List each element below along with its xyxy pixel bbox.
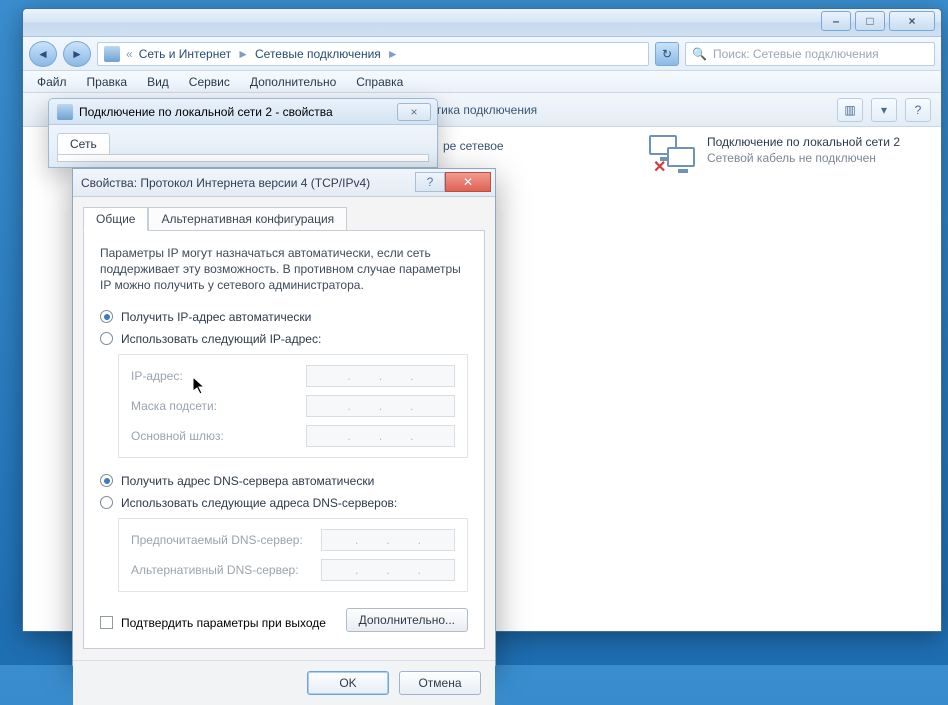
radio-icon xyxy=(100,474,113,487)
label-mask: Маска подсети: xyxy=(131,399,296,413)
disconnected-x-icon: ✕ xyxy=(653,157,666,177)
dialog-titlebar[interactable]: Подключение по локальной сети 2 - свойст… xyxy=(49,99,437,125)
layout-button[interactable]: ▾ xyxy=(871,98,897,122)
dialog-footer: OK Отмена xyxy=(73,660,495,705)
radio-ip-manual[interactable]: Использовать следующий IP-адрес: xyxy=(100,332,468,346)
radio-ip-auto[interactable]: Получить IP-адрес автоматически xyxy=(100,310,468,324)
menu-bar: Файл Правка Вид Сервис Дополнительно Спр… xyxy=(23,71,941,93)
menu-file[interactable]: Файл xyxy=(29,73,75,91)
network-adapter-icon: ✕ xyxy=(649,135,697,175)
radio-icon xyxy=(100,332,113,345)
label-dns-alt: Альтернативный DNS-сервер: xyxy=(131,563,311,577)
dialog-close-button[interactable]: × xyxy=(397,103,431,121)
dialog-titlebar[interactable]: Свойства: Протокол Интернета версии 4 (T… xyxy=(73,169,495,197)
radio-icon xyxy=(100,310,113,323)
input-mask: ... xyxy=(306,395,455,417)
dialog-title: Подключение по локальной сети 2 - свойст… xyxy=(79,105,333,119)
breadcrumb-item[interactable]: Сеть и Интернет xyxy=(139,47,231,61)
dialog-title: Свойства: Протокол Интернета версии 4 (T… xyxy=(81,176,370,190)
connection-name: Подключение по локальной сети 2 xyxy=(707,135,909,149)
tab-network[interactable]: Сеть xyxy=(57,133,110,155)
breadcrumb[interactable]: « Сеть и Интернет ► Сетевые подключения … xyxy=(97,42,649,66)
menu-view[interactable]: Вид xyxy=(139,73,177,91)
nav-forward-button[interactable]: ► xyxy=(63,41,91,67)
address-bar: ◄ ► « Сеть и Интернет ► Сетевые подключе… xyxy=(23,37,941,71)
tab-row: Общие Альтернативная конфигурация xyxy=(83,207,485,231)
help-button[interactable]: ? xyxy=(905,98,931,122)
close-button[interactable]: × xyxy=(889,11,935,31)
breadcrumb-item[interactable]: Сетевые подключения xyxy=(255,47,381,61)
adapter-icon xyxy=(57,104,73,120)
ip-fields: IP-адрес: ... Маска подсети: ... Основно… xyxy=(118,354,468,458)
checkbox-validate[interactable]: Подтвердить параметры при выходе xyxy=(100,616,326,630)
checkbox-icon xyxy=(100,616,113,629)
tab-alternate[interactable]: Альтернативная конфигурация xyxy=(148,207,347,231)
menu-edit[interactable]: Правка xyxy=(79,73,136,91)
input-dns-alt: ... xyxy=(321,559,455,581)
tab-panel-general: Параметры IP могут назначаться автоматич… xyxy=(83,230,485,649)
network-icon xyxy=(104,46,120,62)
minimize-button[interactable]: – xyxy=(821,11,851,31)
menu-advanced[interactable]: Дополнительно xyxy=(242,73,344,91)
input-gateway: ... xyxy=(306,425,455,447)
ipv4-properties-dialog: Свойства: Протокол Интернета версии 4 (T… xyxy=(72,168,496,666)
tab-panel xyxy=(57,154,429,162)
view-button[interactable]: ▥ xyxy=(837,98,863,122)
search-icon: 🔍 xyxy=(692,47,707,61)
explorer-titlebar[interactable]: – □ × xyxy=(23,9,941,37)
label-dns-pref: Предпочитаемый DNS-сервер: xyxy=(131,533,311,547)
menu-tools[interactable]: Сервис xyxy=(181,73,238,91)
dialog-help-button[interactable]: ? xyxy=(415,172,445,192)
input-dns-pref: ... xyxy=(321,529,455,551)
cancel-button[interactable]: Отмена xyxy=(399,671,481,695)
toolbar-hint: ітика подключения xyxy=(433,103,537,117)
dns-fields: Предпочитаемый DNS-сервер: ... Альтернат… xyxy=(118,518,468,592)
radio-icon xyxy=(100,496,113,509)
maximize-button[interactable]: □ xyxy=(855,11,885,31)
label-gateway: Основной шлюз: xyxy=(131,429,296,443)
menu-help[interactable]: Справка xyxy=(348,73,411,91)
label-ip: IP-адрес: xyxy=(131,369,296,383)
adapter-properties-dialog: Подключение по локальной сети 2 - свойст… xyxy=(48,98,438,168)
input-ip: ... xyxy=(306,365,455,387)
tab-general[interactable]: Общие xyxy=(83,207,148,231)
refresh-button[interactable]: ↻ xyxy=(655,42,679,66)
radio-dns-manual[interactable]: Использовать следующие адреса DNS-сервер… xyxy=(100,496,468,510)
connection-item[interactable]: ✕ Подключение по локальной сети 2 Сетево… xyxy=(649,135,909,175)
connection-status: Сетевой кабель не подключен xyxy=(707,151,909,165)
radio-dns-auto[interactable]: Получить адрес DNS-сервера автоматически xyxy=(100,474,468,488)
partial-text: ре сетевое xyxy=(443,139,504,153)
search-input[interactable]: 🔍 Поиск: Сетевые подключения xyxy=(685,42,935,66)
description-text: Параметры IP могут назначаться автоматич… xyxy=(100,245,468,294)
advanced-button[interactable]: Дополнительно... xyxy=(346,608,468,632)
dialog-close-button[interactable]: ✕ xyxy=(445,172,491,192)
ok-button[interactable]: OK xyxy=(307,671,389,695)
search-placeholder: Поиск: Сетевые подключения xyxy=(713,47,879,61)
nav-back-button[interactable]: ◄ xyxy=(29,41,57,67)
